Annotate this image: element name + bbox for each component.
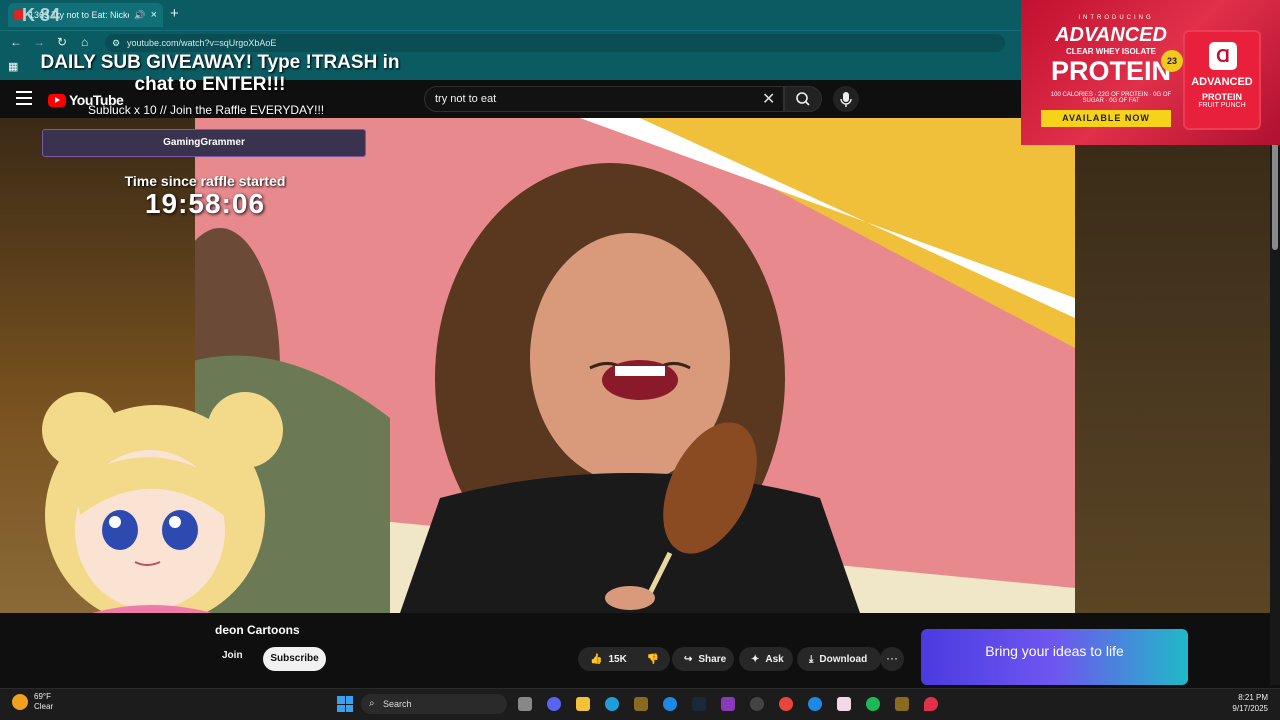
download-button[interactable]: ⤓ Download: [797, 647, 881, 671]
share-icon: ↪: [684, 653, 693, 665]
search-button[interactable]: [784, 86, 822, 112]
steam-icon[interactable]: [692, 697, 706, 711]
start-button[interactable]: [337, 696, 353, 712]
taskbar-clock[interactable]: 8:21 PM 9/17/2025: [1218, 692, 1268, 714]
thumbs-down-icon[interactable]: 👎: [647, 654, 659, 665]
ad-nutrition: 100 CALORIES · 22G OF PROTEIN · 0G OF SU…: [1050, 92, 1172, 104]
subluck-text: Subluck x 10 // Join the Raffle EVERYDAY…: [88, 103, 325, 117]
subscribe-button[interactable]: Subscribe: [263, 647, 326, 671]
ad-intro: INTRODUCING: [1078, 15, 1154, 21]
battlenet-2-icon[interactable]: [808, 697, 822, 711]
task-view-icon[interactable]: [518, 697, 532, 711]
join-button[interactable]: Join: [222, 650, 243, 661]
thumbs-up-icon[interactable]: 👍: [590, 654, 602, 665]
download-label: Download: [819, 653, 868, 665]
speaker-icon[interactable]: 🔊: [134, 10, 145, 21]
raffle-timer-label: Time since raffle started: [124, 173, 286, 189]
download-icon: ⤓: [809, 653, 814, 665]
giveaway-line-2: chat to ENTER!!!: [134, 74, 286, 95]
share-label: Share: [698, 653, 727, 665]
app-settings-icon[interactable]: [750, 697, 764, 711]
search-icon: [796, 92, 810, 106]
microphone-icon: [840, 92, 852, 107]
app-w-icon[interactable]: [721, 697, 735, 711]
protein-ad: INTRODUCING ADVANCED CLEAR WHEY ISOLATE …: [1021, 0, 1280, 145]
promo-banner[interactable]: Bring your ideas to life: [921, 629, 1188, 685]
share-button[interactable]: ↪ Share: [672, 647, 734, 671]
channel-corner-logo: K 84: [22, 5, 61, 25]
back-button[interactable]: ←: [10, 35, 22, 49]
clock-date: 9/17/2025: [1232, 704, 1268, 713]
file-explorer-icon[interactable]: [576, 697, 590, 711]
url-field[interactable]: ⚙ youtube.com/watch?v=sqUrgoXbAoE: [105, 34, 1005, 52]
url-text: youtube.com/watch?v=sqUrgoXbAoE: [127, 38, 277, 48]
promo-text: Bring your ideas to life: [985, 643, 1124, 659]
voice-search-button[interactable]: [833, 86, 859, 112]
ad-badge: 23: [1161, 50, 1183, 72]
giveaway-line-1: DAILY SUB GIVEAWAY! Type !TRASH in: [40, 52, 400, 73]
tab-close-icon[interactable]: ×: [151, 9, 157, 21]
ad-brand: ADVANCED: [1055, 24, 1167, 46]
search-icon: ⌕: [369, 698, 375, 709]
site-info-icon[interactable]: ⚙: [112, 34, 120, 52]
ask-button[interactable]: ✦ Ask: [739, 647, 793, 671]
page-scrollbar[interactable]: [1270, 80, 1280, 685]
warcraft-2-icon[interactable]: [895, 697, 909, 711]
ad-tub-flavor: FRUIT PUNCH: [1198, 102, 1246, 109]
warcraft-icon[interactable]: [634, 697, 648, 711]
new-tab-button[interactable]: +: [170, 5, 179, 22]
weather-widget[interactable]: 69°F Clear: [12, 692, 53, 712]
taskbar-search[interactable]: ⌕ Search: [361, 694, 507, 714]
spotify-icon[interactable]: [866, 697, 880, 711]
taskbar-search-label: Search: [383, 699, 412, 709]
channel-name[interactable]: deon Cartoons: [215, 623, 300, 637]
raffle-winner-box: GamingGrammer: [42, 129, 366, 157]
more-actions-button[interactable]: ···: [880, 647, 904, 671]
clear-search-icon[interactable]: ✕: [762, 89, 775, 109]
chrome-icon[interactable]: [779, 697, 793, 711]
raffle-timer: 19:58:06: [144, 188, 266, 219]
giveaway-banner: DAILY SUB GIVEAWAY! Type !TRASH in chat …: [0, 52, 420, 96]
ad-logo-icon: Ɑ: [1209, 42, 1237, 70]
like-count: 15K: [608, 653, 627, 665]
app-image-icon[interactable]: [837, 697, 851, 711]
search-input[interactable]: try not to eat: [424, 86, 784, 112]
weather-text: 69°F Clear: [34, 692, 53, 712]
stream-right-panel: [1075, 145, 1270, 615]
weather-condition: Clear: [34, 702, 54, 711]
ad-tub-brand: ADVANCED: [1191, 76, 1253, 88]
home-button[interactable]: ⌂: [81, 35, 88, 49]
ask-label: Ask: [765, 653, 784, 665]
reload-button[interactable]: ↻: [57, 35, 67, 49]
battlenet-icon[interactable]: [663, 697, 677, 711]
discord-icon[interactable]: [547, 697, 561, 711]
ad-cta: AVAILABLE NOW: [1041, 110, 1171, 127]
weather-moon-icon: [12, 694, 28, 710]
clock-time: 8:21 PM: [1238, 693, 1268, 702]
map-pin-icon[interactable]: [924, 697, 938, 711]
edge-icon[interactable]: [605, 697, 619, 711]
forward-button[interactable]: →: [33, 35, 45, 49]
sparkle-icon: ✦: [751, 653, 760, 665]
weather-temp: 69°F: [34, 692, 51, 701]
like-dislike-group[interactable]: 👍 15K 👎: [578, 647, 670, 671]
ad-tub-name: PROTEIN: [1201, 92, 1242, 102]
